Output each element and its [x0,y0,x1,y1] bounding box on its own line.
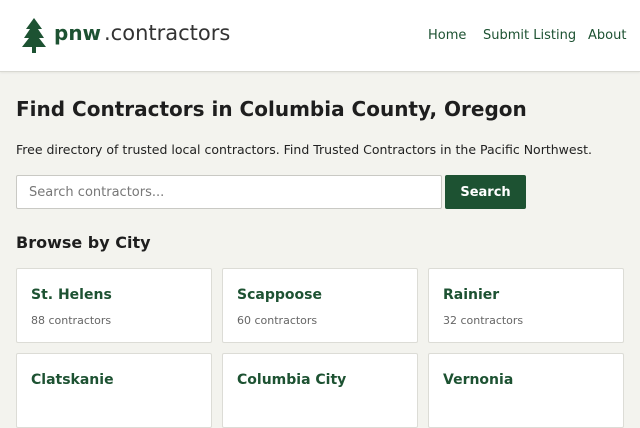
search-button[interactable]: Search [445,175,526,209]
city-contractor-count: 88 contractors [31,314,112,327]
city-name[interactable]: Rainier [443,287,499,303]
search-input[interactable] [16,175,442,209]
city-name[interactable]: Vernonia [443,372,513,388]
page-title: Find Contractors in Columbia County, Ore… [16,97,527,121]
main-nav: Home Submit Listing About [0,28,640,46]
nav-link-home[interactable]: Home [428,28,466,43]
city-contractor-count: 60 contractors [237,314,318,327]
site-header: pnw .contractors Home Submit Listing Abo… [0,0,640,72]
city-card-columbia-city[interactable]: Columbia City [222,353,418,428]
city-contractor-count: 32 contractors [443,314,524,327]
city-name[interactable]: Columbia City [237,372,346,388]
browse-by-city-heading: Browse by City [16,233,151,252]
city-card-rainier[interactable]: Rainier 32 contractors [428,268,624,343]
city-name[interactable]: St. Helens [31,287,112,303]
city-card-st-helens[interactable]: St. Helens 88 contractors [16,268,212,343]
nav-link-submit-listing[interactable]: Submit Listing [483,28,576,43]
city-card-scappoose[interactable]: Scappoose 60 contractors [222,268,418,343]
city-card-clatskanie[interactable]: Clatskanie [16,353,212,428]
city-card-vernonia[interactable]: Vernonia [428,353,624,428]
city-name[interactable]: Scappoose [237,287,322,303]
nav-link-about[interactable]: About [588,28,626,43]
page-subtitle: Free directory of trusted local contract… [16,142,592,157]
city-name[interactable]: Clatskanie [31,372,114,388]
